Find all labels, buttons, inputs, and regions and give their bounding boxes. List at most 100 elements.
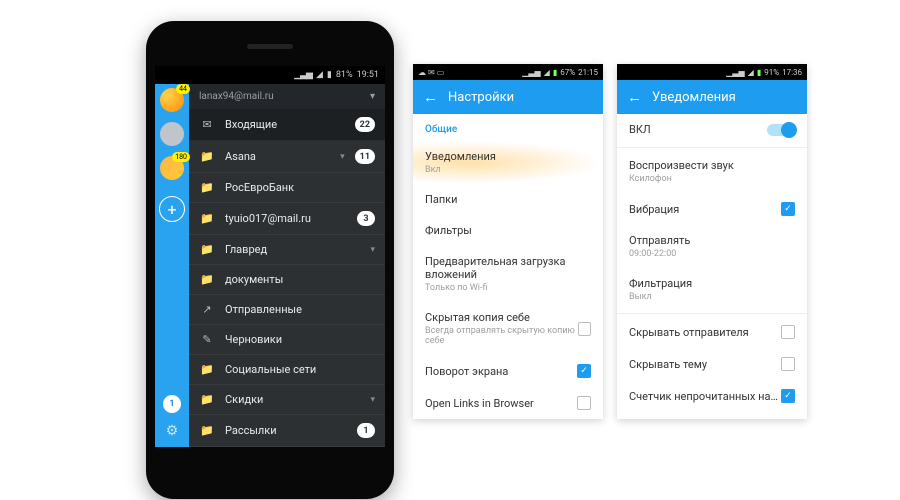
account-avatar-1[interactable]: 44 [160, 88, 184, 112]
row-sub: 09:00-22:00 [629, 249, 690, 259]
notifications-title: Уведомления [652, 90, 736, 105]
rail-notification-badge[interactable]: 1 [163, 395, 181, 413]
account-badge: 180 [172, 152, 190, 162]
folder-label: Главред [225, 243, 360, 256]
account-rail: 44 180 + 1 ⚙ [155, 84, 189, 447]
account-avatar-3[interactable]: 180 [160, 156, 184, 180]
divider [617, 147, 807, 148]
folder-row[interactable]: 📁Скидки▾ [189, 385, 385, 415]
row-label: Отправлять [629, 234, 690, 247]
row-label: Счетчик непрочитанных на иконке п… [629, 390, 779, 403]
battery-percent: 81% [336, 70, 353, 80]
folder-row[interactable]: ↗Отправленные [189, 295, 385, 325]
toggle-switch[interactable] [767, 124, 795, 136]
folder-row[interactable]: 📁Главред▾ [189, 235, 385, 265]
signal-icon: ◢ [748, 68, 754, 77]
row-preload[interactable]: Предварительная загрузка вложений Только … [413, 246, 603, 302]
status-time: 21:15 [578, 68, 598, 77]
row-open-links[interactable]: Open Links in Browser [413, 387, 603, 419]
row-filters[interactable]: Фильтры [413, 215, 603, 246]
account-avatar-2[interactable] [160, 122, 184, 146]
folder-count: 1 [357, 423, 375, 438]
chevron-down-icon: ▾ [370, 91, 375, 102]
status-bar: ☁✉▭ ▁▃▅◢▮67%21:15 [413, 64, 603, 80]
status-time: 17:36 [782, 68, 802, 77]
back-arrow-icon[interactable]: ← [423, 88, 438, 106]
folder-label: Asana [225, 150, 330, 163]
row-label: Скрывать отправителя [629, 326, 749, 339]
row-hide-subject[interactable]: Скрывать тему [617, 348, 807, 380]
row-filtration[interactable]: ФильтрацияВыкл [617, 268, 807, 311]
row-sound[interactable]: Воспроизвести звукКсилофон [617, 150, 807, 193]
folder-count: 3 [357, 211, 375, 226]
settings-header: ← Настройки [413, 80, 603, 114]
divider [617, 313, 807, 314]
account-email-row[interactable]: lanax94@mail.ru ▾ [189, 84, 385, 109]
checkbox[interactable] [781, 325, 795, 339]
folder-row[interactable]: 📁Рассылки1 [189, 415, 385, 447]
checkbox[interactable]: ✓ [781, 389, 795, 403]
account-email: lanax94@mail.ru [199, 91, 274, 102]
settings-title: Настройки [448, 90, 514, 105]
settings-icon[interactable]: ⚙ [166, 423, 179, 439]
folder-row[interactable]: 📁Asana▾11 [189, 141, 385, 173]
row-label: Скрывать тему [629, 358, 707, 371]
notifications-header: ← Уведомления [617, 80, 807, 114]
folder-row[interactable]: 📁документы [189, 265, 385, 295]
back-arrow-icon[interactable]: ← [627, 88, 642, 106]
add-account-button[interactable]: + [159, 196, 185, 222]
row-vibration[interactable]: Вибрация ✓ [617, 193, 807, 225]
mail-icon: ✉ [428, 68, 435, 77]
phone-device-frame: ▁▃▅ ◢ ▮ 81% 19:51 44 180 + 1 ⚙ [146, 21, 394, 499]
battery-icon: ▮ [327, 70, 332, 80]
checkbox[interactable]: ✓ [781, 202, 795, 216]
row-send-time[interactable]: Отправлять 09:00-22:00 [617, 225, 807, 268]
section-label-general: Общие [413, 114, 603, 141]
folder-icon: 📁 [199, 212, 215, 225]
battery-percent: 91% [764, 68, 779, 77]
notifications-pane: ▁▃▅◢▮91%17:36 ← Уведомления ВКЛ Воспроиз… [617, 64, 807, 419]
wifi-icon: ▁▃▅ [522, 68, 540, 77]
checkbox[interactable] [577, 396, 591, 410]
row-enabled[interactable]: ВКЛ [617, 114, 807, 145]
folder-row[interactable]: 📁Социальные сети [189, 355, 385, 385]
folder-row[interactable]: 📁РосЕвроБанк [189, 173, 385, 203]
folder-count: 22 [355, 117, 375, 132]
row-rotate[interactable]: Поворот экрана ✓ [413, 355, 603, 387]
picture-icon: ▭ [437, 68, 445, 77]
folder-icon: 📁 [199, 363, 215, 376]
row-label: Предварительная загрузка вложений [425, 255, 591, 281]
checkbox[interactable]: ✓ [577, 364, 591, 378]
folder-icon: 📁 [199, 150, 215, 163]
folder-row[interactable]: 📁 tyuio017@mail.ru 3 [189, 203, 385, 235]
row-notifications[interactable]: Уведомления Вкл [413, 141, 603, 184]
row-sub: Ксилофон [629, 174, 734, 184]
folder-count: 11 [355, 149, 375, 164]
battery-icon: ▮ [553, 68, 557, 77]
row-sub: Вкл [425, 165, 496, 175]
folder-icon: 📁 [199, 393, 215, 406]
row-label: Уведомления [425, 150, 496, 163]
cloud-icon: ☁ [418, 68, 426, 77]
folder-label: документы [225, 273, 375, 286]
folder-row[interactable]: ✉Входящие22 [189, 109, 385, 141]
folder-icon: ↗ [199, 303, 215, 316]
row-label: Фильтры [425, 224, 472, 237]
folder-list[interactable]: lanax94@mail.ru ▾ ✉Входящие22 📁 Asana ▾ 11 📁Р… [189, 84, 385, 447]
row-unread-counter[interactable]: Счетчик непрочитанных на иконке п… ✓ [617, 380, 807, 412]
checkbox[interactable] [578, 322, 591, 336]
row-bcc-self[interactable]: Скрытая копия себеВсегда отправлять скры… [413, 302, 603, 355]
row-hide-sender[interactable]: Скрывать отправителя [617, 316, 807, 348]
battery-percent: 67% [560, 68, 575, 77]
row-sub: Только по Wi-fi [425, 283, 591, 293]
drawer: 44 180 + 1 ⚙ lanax94@mail.ru ▾ ✉Входящие… [155, 84, 385, 447]
folder-row[interactable]: ✎Черновики [189, 325, 385, 355]
phone-screen: ▁▃▅ ◢ ▮ 81% 19:51 44 180 + 1 ⚙ [155, 66, 385, 447]
folder-label: tyuio017@mail.ru [225, 212, 347, 225]
folder-icon: 📁 [199, 181, 215, 194]
row-label: ВКЛ [629, 123, 651, 136]
account-badge: 44 [176, 84, 190, 94]
row-folders[interactable]: Папки [413, 184, 603, 215]
chevron-down-icon: ▾ [370, 395, 375, 405]
checkbox[interactable] [781, 357, 795, 371]
